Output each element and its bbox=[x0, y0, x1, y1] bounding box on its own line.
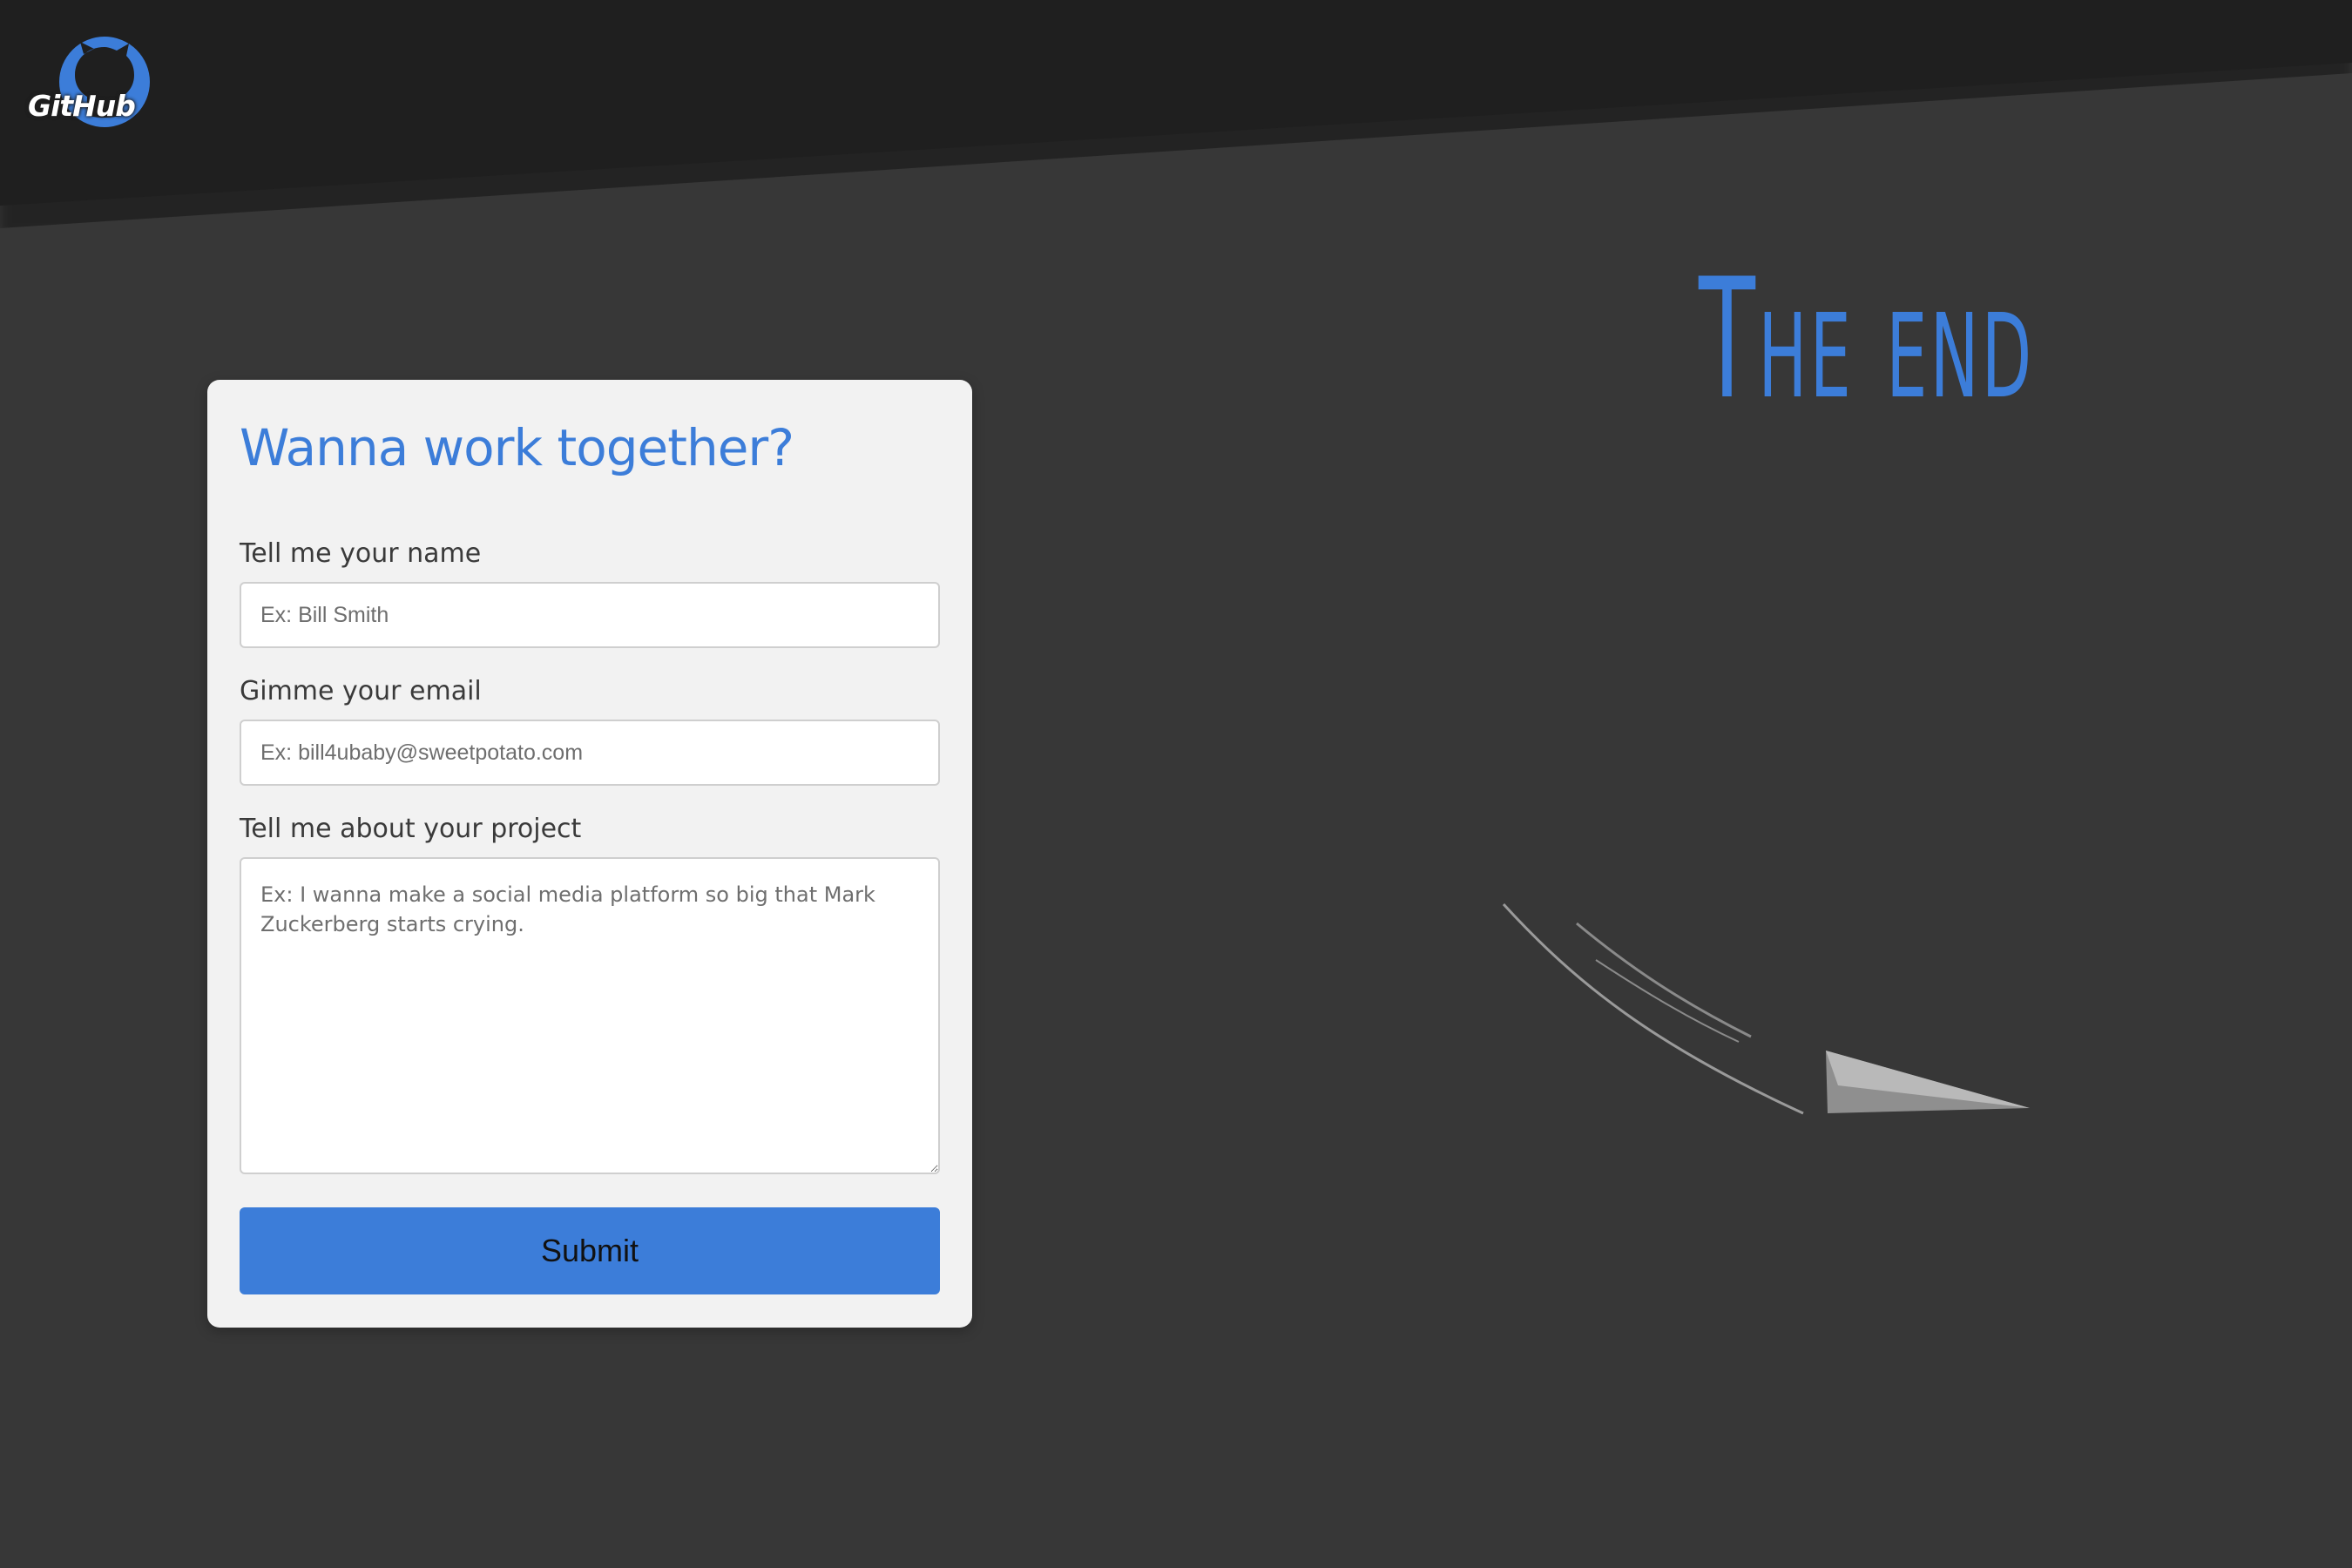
email-label: Gimme your email bbox=[240, 676, 482, 706]
github-octocat-icon bbox=[59, 37, 150, 127]
contact-form-card: Wanna work together? Tell me your name G… bbox=[207, 380, 972, 1328]
name-input[interactable] bbox=[240, 582, 940, 648]
name-label: Tell me your name bbox=[240, 538, 482, 569]
page: GitHub The end Wanna work together? Tell… bbox=[0, 0, 2352, 1568]
email-input[interactable] bbox=[240, 720, 940, 786]
contact-form-title: Wanna work together? bbox=[240, 418, 794, 477]
github-logo-text: GitHub bbox=[28, 89, 136, 123]
project-textarea[interactable] bbox=[240, 857, 940, 1174]
the-end-heading: The end bbox=[1699, 243, 2035, 436]
github-logo-link[interactable]: GitHub bbox=[24, 31, 164, 139]
paper-plane-icon bbox=[1502, 902, 2030, 1115]
project-label: Tell me about your project bbox=[240, 814, 582, 844]
submit-button[interactable]: Submit bbox=[240, 1207, 940, 1294]
